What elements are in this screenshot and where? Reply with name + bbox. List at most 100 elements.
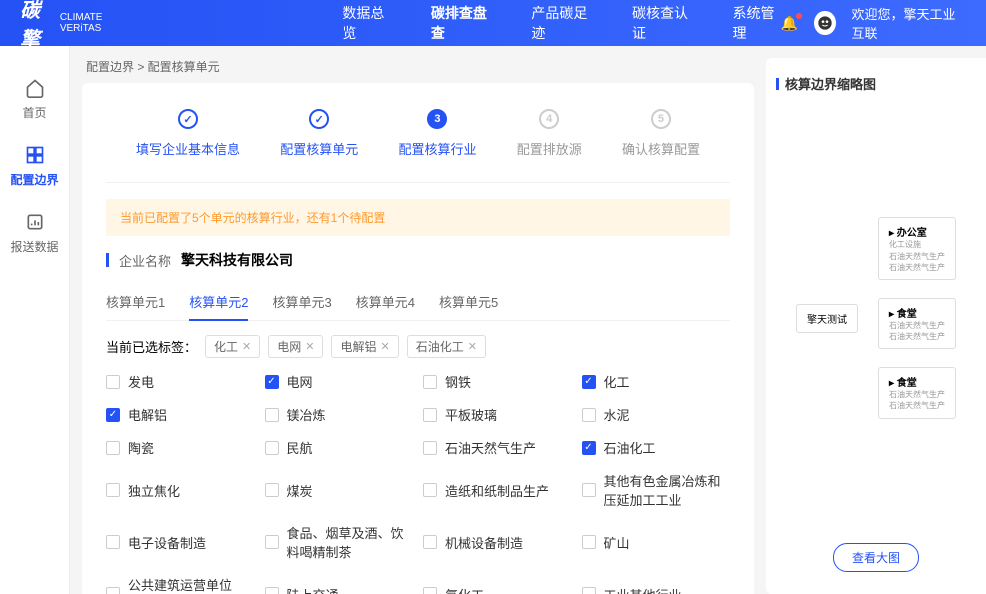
checkbox-icon [265, 375, 279, 389]
selected-tag: 电解铝✕ [331, 335, 398, 358]
sidebar-icon [25, 78, 45, 98]
company-label: 企业名称 [119, 251, 171, 270]
nav-item[interactable]: 数据总览 [342, 3, 390, 43]
checkbox-icon [582, 408, 596, 422]
step[interactable]: 5确认核算配置 [622, 109, 700, 158]
tags-label: 当前已选标签： [106, 337, 197, 356]
tag-remove-icon[interactable]: ✕ [468, 340, 477, 353]
checkbox-icon [423, 375, 437, 389]
tags-row: 当前已选标签： 化工✕电网✕电解铝✕石油化工✕ [106, 335, 730, 358]
industry-checkbox[interactable]: 煤炭 [265, 471, 414, 509]
industry-checkbox[interactable]: 电子设备制造 [106, 523, 255, 561]
industry-checkbox[interactable]: 造纸和纸制品生产 [423, 471, 572, 509]
selected-tag: 石油化工✕ [407, 335, 486, 358]
checkbox-icon [106, 587, 120, 594]
unit-tab[interactable]: 核算单元3 [272, 284, 331, 320]
unit-tab[interactable]: 核算单元1 [106, 284, 165, 320]
industry-checkbox[interactable]: 陆上交通 [265, 575, 414, 594]
industry-checkbox[interactable]: 陶瓷 [106, 438, 255, 457]
breadcrumb: 配置边界 > 配置核算单元 [82, 58, 754, 75]
bell-icon[interactable]: 🔔 [781, 15, 798, 32]
checkbox-icon [265, 408, 279, 422]
industry-checkbox[interactable]: 公共建筑运营单位（企业） [106, 575, 255, 594]
boundary-diagram: 擎天测试 ▸ 办公室化工设施石油天然气生产石油天然气生产 ▸ 食堂石油天然气生产石… [776, 93, 976, 543]
step[interactable]: 4配置排放源 [517, 109, 582, 158]
unit-tabs: 核算单元1 核算单元2 核算单元3 核算单元4 核算单元5 [106, 284, 730, 321]
step[interactable]: 配置核算单元 [280, 109, 358, 158]
logo: 碳擎 CLIMATE VERiTAS [20, 0, 102, 52]
step-icon: 3 [427, 109, 447, 129]
industry-checkbox[interactable]: 矿山 [582, 523, 731, 561]
sidebar-item[interactable]: 首页 [0, 66, 69, 133]
step-label: 配置核算行业 [398, 139, 476, 158]
checkbox-icon [423, 535, 437, 549]
diagram-node: ▸ 办公室化工设施石油天然气生产石油天然气生产 [878, 217, 956, 280]
sidebar-item[interactable]: 报送数据 [0, 200, 69, 267]
sidebar-item[interactable]: 配置边界 [0, 133, 69, 200]
nav-item[interactable]: 产品碳足迹 [531, 3, 592, 43]
selected-tag: 化工✕ [205, 335, 260, 358]
step[interactable]: 填写企业基本信息 [136, 109, 240, 158]
welcome-text: 欢迎您，擎天工业互联 [852, 4, 967, 42]
industry-checkbox[interactable]: 平板玻璃 [423, 405, 572, 424]
step-icon [309, 109, 329, 129]
checkbox-icon [582, 587, 596, 594]
company-name: 擎天科技有限公司 [181, 250, 293, 270]
checkbox-icon [423, 483, 437, 497]
sidebar-icon [25, 145, 45, 165]
tag-remove-icon[interactable]: ✕ [242, 340, 251, 353]
header-right: 🔔 欢迎您，擎天工业互联 [781, 4, 966, 42]
nav-item[interactable]: 碳排查盘查 [431, 3, 492, 43]
diagram-node: ▸ 食堂石油天然气生产石油天然气生产 [878, 298, 956, 349]
checkbox-icon [265, 535, 279, 549]
unit-tab[interactable]: 核算单元4 [356, 284, 415, 320]
industry-checkbox[interactable]: 氟化工 [423, 575, 572, 594]
industry-checkbox[interactable]: 食品、烟草及酒、饮料喝精制茶 [265, 523, 414, 561]
view-large-button[interactable]: 查看大图 [833, 543, 919, 572]
main-card: 填写企业基本信息配置核算单元3配置核算行业4配置排放源5确认核算配置 当前已配置… [82, 83, 754, 594]
step-label: 配置排放源 [517, 139, 582, 158]
checkbox-icon [265, 441, 279, 455]
checkbox-icon [106, 408, 120, 422]
avatar[interactable] [814, 11, 835, 35]
industry-checkbox[interactable]: 其他有色金属冶炼和压延加工工业 [582, 471, 731, 509]
industry-checkbox[interactable]: 电网 [265, 372, 414, 391]
industry-checkbox[interactable]: 化工 [582, 372, 731, 391]
tag-remove-icon[interactable]: ✕ [381, 340, 390, 353]
industry-checkbox[interactable]: 镁冶炼 [265, 405, 414, 424]
right-panel: 核算边界缩略图 擎天测试 ▸ 办公室化工设施石油天然气生产石油天然气生产▸ 食堂… [766, 58, 986, 594]
industry-checkbox[interactable]: 民航 [265, 438, 414, 457]
logo-cn: 碳擎 [20, 0, 52, 52]
industry-checkbox[interactable]: 发电 [106, 372, 255, 391]
logo-en: CLIMATE VERiTAS [60, 12, 103, 34]
industry-checkbox[interactable]: 机械设备制造 [423, 523, 572, 561]
top-header: 碳擎 CLIMATE VERiTAS 数据总览碳排查盘查产品碳足迹碳核查认证系统… [0, 0, 986, 46]
sidebar-icon [25, 212, 45, 232]
checkbox-icon [106, 535, 120, 549]
accent-bar [106, 253, 109, 267]
step[interactable]: 3 配置核算行业 [398, 109, 476, 158]
checkbox-icon [582, 535, 596, 549]
step-label: 配置核算单元 [280, 139, 358, 158]
checkbox-icon [423, 408, 437, 422]
industry-checkbox[interactable]: 水泥 [582, 405, 731, 424]
diagram-root: 擎天测试 [796, 304, 858, 333]
industry-checkbox[interactable]: 石油天然气生产 [423, 438, 572, 457]
checkbox-icon [265, 483, 279, 497]
unit-tab[interactable]: 核算单元5 [439, 284, 498, 320]
nav-item[interactable]: 碳核查认证 [632, 3, 693, 43]
industry-checkbox[interactable]: 石油化工 [582, 438, 731, 457]
checkbox-icon [265, 587, 279, 594]
nav-item[interactable]: 系统管理 [733, 3, 781, 43]
checkbox-icon [582, 483, 596, 497]
industry-checkbox[interactable]: 独立焦化 [106, 471, 255, 509]
tag-remove-icon[interactable]: ✕ [305, 340, 314, 353]
unit-tab[interactable]: 核算单元2 [189, 284, 248, 321]
step-icon: 5 [651, 109, 671, 129]
step-icon [178, 109, 198, 129]
industry-checkbox[interactable]: 钢铁 [423, 372, 572, 391]
checkbox-icon [582, 441, 596, 455]
industry-checkbox[interactable]: 电解铝 [106, 405, 255, 424]
industry-checkbox[interactable]: 工业其他行业 [582, 575, 731, 594]
checkbox-icon [106, 441, 120, 455]
